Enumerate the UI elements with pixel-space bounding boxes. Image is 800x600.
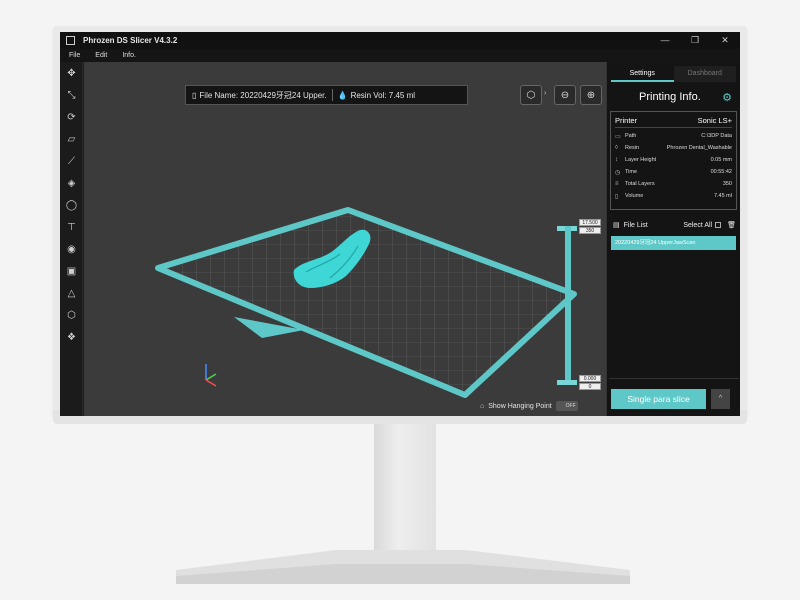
- rotate-icon[interactable]: ⟳: [60, 106, 83, 128]
- hollow-icon[interactable]: ◯: [60, 194, 83, 216]
- layer-height-icon: ↕: [615, 157, 618, 163]
- build-plate: [155, 207, 577, 398]
- hanging-point-label: Show Hanging Point: [488, 402, 552, 410]
- hanging-point-control: ⌂ Show Hanging Point OFF: [480, 401, 578, 411]
- layers-icon[interactable]: ◈: [60, 172, 83, 194]
- square-icon[interactable]: ▣: [60, 260, 83, 282]
- window-controls: — ❐ ✕: [650, 32, 740, 49]
- file-list-icon: ▤: [613, 222, 620, 229]
- panel-tabs: Settings Dashboard: [611, 66, 736, 82]
- ruler-icon[interactable]: ▱: [60, 128, 83, 150]
- printer-value: Sonic LS+: [697, 116, 732, 125]
- single-para-slice-button[interactable]: Single para slice: [611, 389, 706, 409]
- zoom-in-button[interactable]: ⊕: [580, 85, 602, 105]
- app-window: Phrozen DS Slicer V4.3.2 — ❐ ✕ File Edit…: [60, 32, 740, 416]
- file-name: File Name: 20220429牙冠24 Upper.: [199, 90, 327, 100]
- panel-divider: [609, 378, 739, 379]
- app-title: Phrozen DS Slicer V4.3.2: [83, 36, 178, 45]
- clock-icon: ◷: [615, 169, 621, 176]
- menu-bar: File Edit Info.: [60, 49, 740, 62]
- gear-icon[interactable]: ⚙: [722, 91, 732, 104]
- layer-slider[interactable]: [565, 226, 571, 382]
- info-row-layer-height: ↕ Layer Height 0.05 mm: [615, 157, 732, 163]
- slider-bottom-value: 0.000: [579, 375, 601, 382]
- view-cube-button[interactable]: ⬡: [520, 85, 542, 105]
- printer-info-box: Printer Sonic LS+ ▭ Path C:\3DP Data ◊ R…: [610, 111, 737, 210]
- axis-gizmo: [205, 364, 217, 387]
- slider-top-value: 17.500: [579, 219, 601, 226]
- tab-settings[interactable]: Settings: [611, 66, 674, 82]
- file-icon: ▯: [192, 90, 197, 100]
- drill-icon[interactable]: ⊤: [60, 216, 83, 238]
- support-icon[interactable]: ⟋: [60, 150, 83, 172]
- minimize-button[interactable]: —: [650, 32, 680, 49]
- close-button[interactable]: ✕: [710, 32, 740, 49]
- folder-icon: ▭: [615, 133, 621, 140]
- ring-icon[interactable]: ◉: [60, 238, 83, 260]
- move-icon[interactable]: ✥: [60, 62, 83, 84]
- slice-options-button[interactable]: ^: [711, 389, 730, 409]
- left-toolbar: ✥ ⤡ ⟳ ▱ ⟋ ◈ ◯ ⊤ ◉ ▣ △ ⬡ ❖: [60, 62, 83, 416]
- slider-top-layer[interactable]: 350: [579, 227, 601, 234]
- right-panel: Settings Dashboard Printing Info. ⚙ Prin…: [606, 62, 740, 416]
- menu-file[interactable]: File: [69, 52, 80, 59]
- info-row-time: ◷ Time 00:55:42: [615, 169, 732, 176]
- hanging-point-icon: ⌂: [480, 402, 485, 410]
- monitor-stand-foot: [176, 550, 630, 584]
- 3d-viewport[interactable]: ▯ File Name: 20220429牙冠24 Upper. 💧 Resin…: [84, 62, 606, 416]
- title-bar: Phrozen DS Slicer V4.3.2 — ❐ ✕: [60, 32, 740, 49]
- file-list-header: ▤ File List Select All 🗑: [613, 220, 736, 230]
- select-all-label: Select All: [683, 221, 713, 229]
- chevron-right-icon[interactable]: ›: [544, 90, 546, 97]
- app-logo-icon: [66, 36, 75, 45]
- file-list-item[interactable]: 20220429牙冠24 UpperJawScan: [611, 236, 736, 250]
- printer-label: Printer: [615, 116, 638, 125]
- printer-row: Printer Sonic LS+: [615, 114, 732, 128]
- info-row-path: ▭ Path C:\3DP Data: [615, 133, 732, 140]
- info-row-resin: ◊ Resin Phrozen Dental_Washable: [615, 145, 732, 151]
- resin-drop-icon: 💧: [337, 90, 348, 100]
- hanging-point-toggle[interactable]: OFF: [555, 401, 578, 411]
- bottle-icon: ▯: [615, 193, 619, 200]
- file-list-label: File List: [623, 221, 648, 229]
- pyramid-icon[interactable]: △: [60, 282, 83, 304]
- menu-edit[interactable]: Edit: [95, 52, 107, 59]
- slider-bottom-layer[interactable]: 0: [579, 383, 601, 390]
- resin-volume: Resin Vol: 7.45 ml: [350, 90, 416, 100]
- trash-icon[interactable]: 🗑: [727, 221, 736, 229]
- menu-info[interactable]: Info.: [122, 52, 136, 59]
- tab-dashboard[interactable]: Dashboard: [673, 66, 736, 82]
- maximize-button[interactable]: ❐: [680, 32, 710, 49]
- info-row-volume: ▯ Volume 7.45 ml: [615, 193, 732, 200]
- zoom-out-button[interactable]: ⊖: [554, 85, 576, 105]
- model-info-bar: ▯ File Name: 20220429牙冠24 Upper. 💧 Resin…: [185, 85, 468, 105]
- select-all-checkbox[interactable]: [715, 222, 722, 228]
- slider-bottom-handle[interactable]: [557, 380, 577, 385]
- scale-icon[interactable]: ⤡: [60, 84, 83, 106]
- layers-count-icon: ≡: [615, 181, 619, 187]
- info-row-total-layers: ≡ Total Layers 350: [615, 181, 732, 187]
- stack-icon[interactable]: ❖: [60, 326, 83, 348]
- cube-icon[interactable]: ⬡: [60, 304, 83, 326]
- resin-icon: ◊: [615, 145, 618, 151]
